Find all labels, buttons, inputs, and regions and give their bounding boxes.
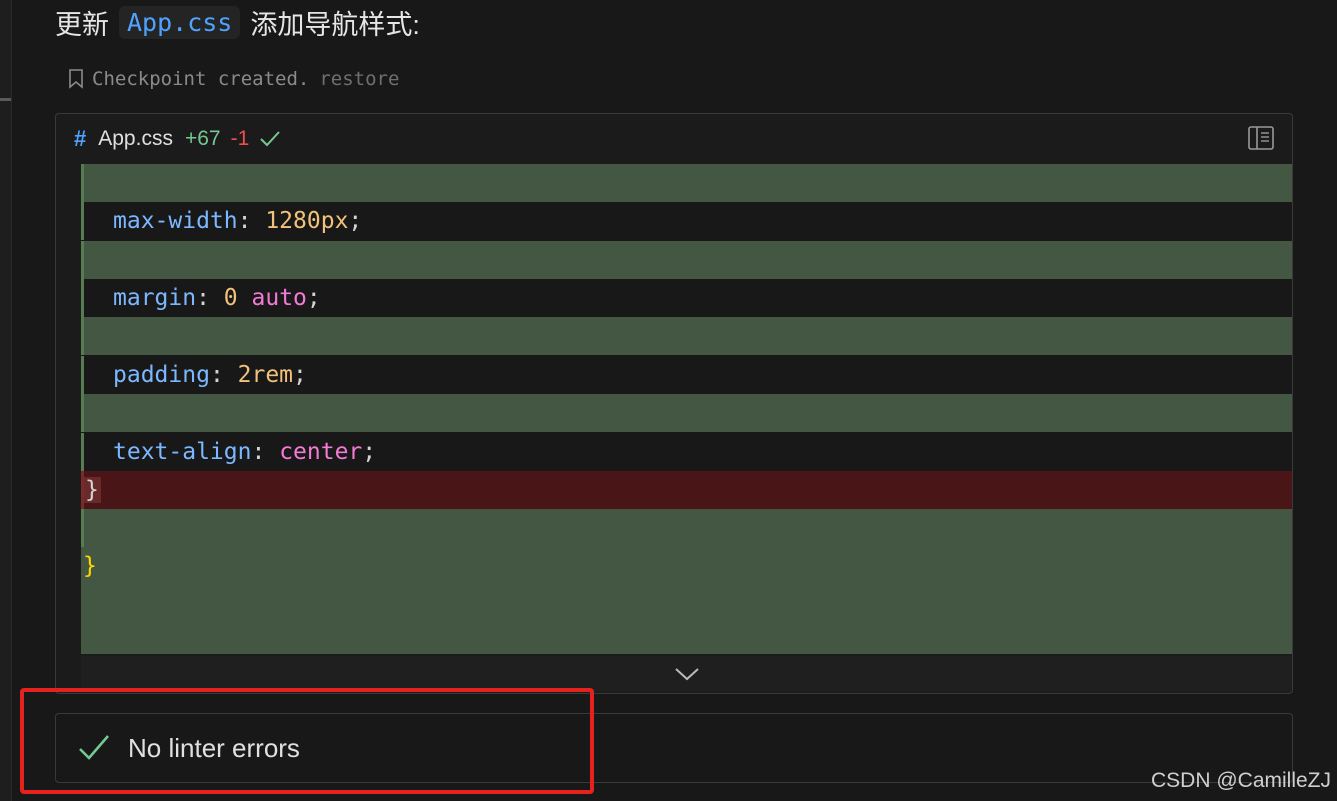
css-property: padding: [113, 362, 210, 388]
css-value: 2rem: [237, 362, 294, 388]
diff-line: padding: 2rem;: [81, 356, 1292, 394]
diff-line: text-align: center;: [81, 433, 1292, 471]
open-panel-icon[interactable]: [1248, 126, 1274, 150]
semicolon: ;: [362, 439, 377, 465]
chevron-down-icon: [674, 668, 699, 681]
diff-line-added: [81, 509, 1292, 547]
colon: :: [196, 285, 224, 311]
colon: :: [251, 439, 280, 465]
css-value: 0: [223, 285, 238, 311]
diff-line-added: [81, 164, 1292, 202]
diff-header[interactable]: # App.css +67 -1: [56, 114, 1292, 163]
css-value: 1280px: [265, 208, 349, 234]
check-icon: [260, 130, 281, 146]
css-property: text-align: [113, 439, 252, 465]
diff-line-removed: }: [81, 471, 1292, 509]
diff-filename[interactable]: App.css: [98, 127, 173, 151]
diff-line: margin: 0 auto;: [81, 279, 1292, 317]
diff-card: # App.css +67 -1 max-width: 1280px; marg…: [55, 113, 1293, 694]
diff-line-added: [81, 241, 1292, 279]
expand-diff-button[interactable]: [81, 656, 1292, 692]
semicolon: ;: [293, 362, 307, 388]
heading-prefix: 更新: [55, 9, 109, 40]
code-diff-area[interactable]: max-width: 1280px; margin: 0 auto; paddi…: [81, 164, 1292, 654]
semicolon: ;: [348, 208, 363, 234]
css-property: margin: [113, 285, 197, 311]
diff-line-added: [81, 394, 1292, 432]
message-heading: 更新 App.css 添加导航样式:: [55, 2, 420, 42]
bookmark-icon: [69, 69, 83, 89]
semicolon: ;: [306, 285, 321, 311]
css-keyword: auto: [251, 285, 307, 311]
removed-brace: }: [83, 477, 101, 503]
left-rail: [0, 0, 12, 801]
removed-count: -1: [230, 126, 250, 150]
diff-line-added: [81, 317, 1292, 355]
highlight-annotation-box: [20, 688, 594, 794]
added-count: +67: [184, 126, 221, 150]
watermark: CSDN @CamilleZJ: [1151, 769, 1331, 792]
checkpoint-text: Checkpoint created.: [92, 68, 310, 90]
heading-code-chip[interactable]: App.css: [119, 5, 241, 39]
restore-link[interactable]: restore: [319, 68, 399, 90]
diff-line: max-width: 1280px;: [81, 202, 1292, 240]
css-file-icon: #: [74, 125, 87, 151]
diff-line-added: [81, 585, 1292, 654]
rail-indicator: [0, 98, 11, 101]
diff-line-added: }: [81, 547, 1292, 585]
added-brace: }: [83, 553, 97, 579]
css-property: max-width: [113, 208, 238, 234]
colon: :: [209, 362, 238, 388]
heading-suffix: 添加导航样式:: [250, 9, 420, 40]
css-keyword: center: [279, 439, 363, 465]
colon: :: [237, 208, 266, 234]
checkpoint-row: Checkpoint created. restore: [68, 64, 399, 94]
